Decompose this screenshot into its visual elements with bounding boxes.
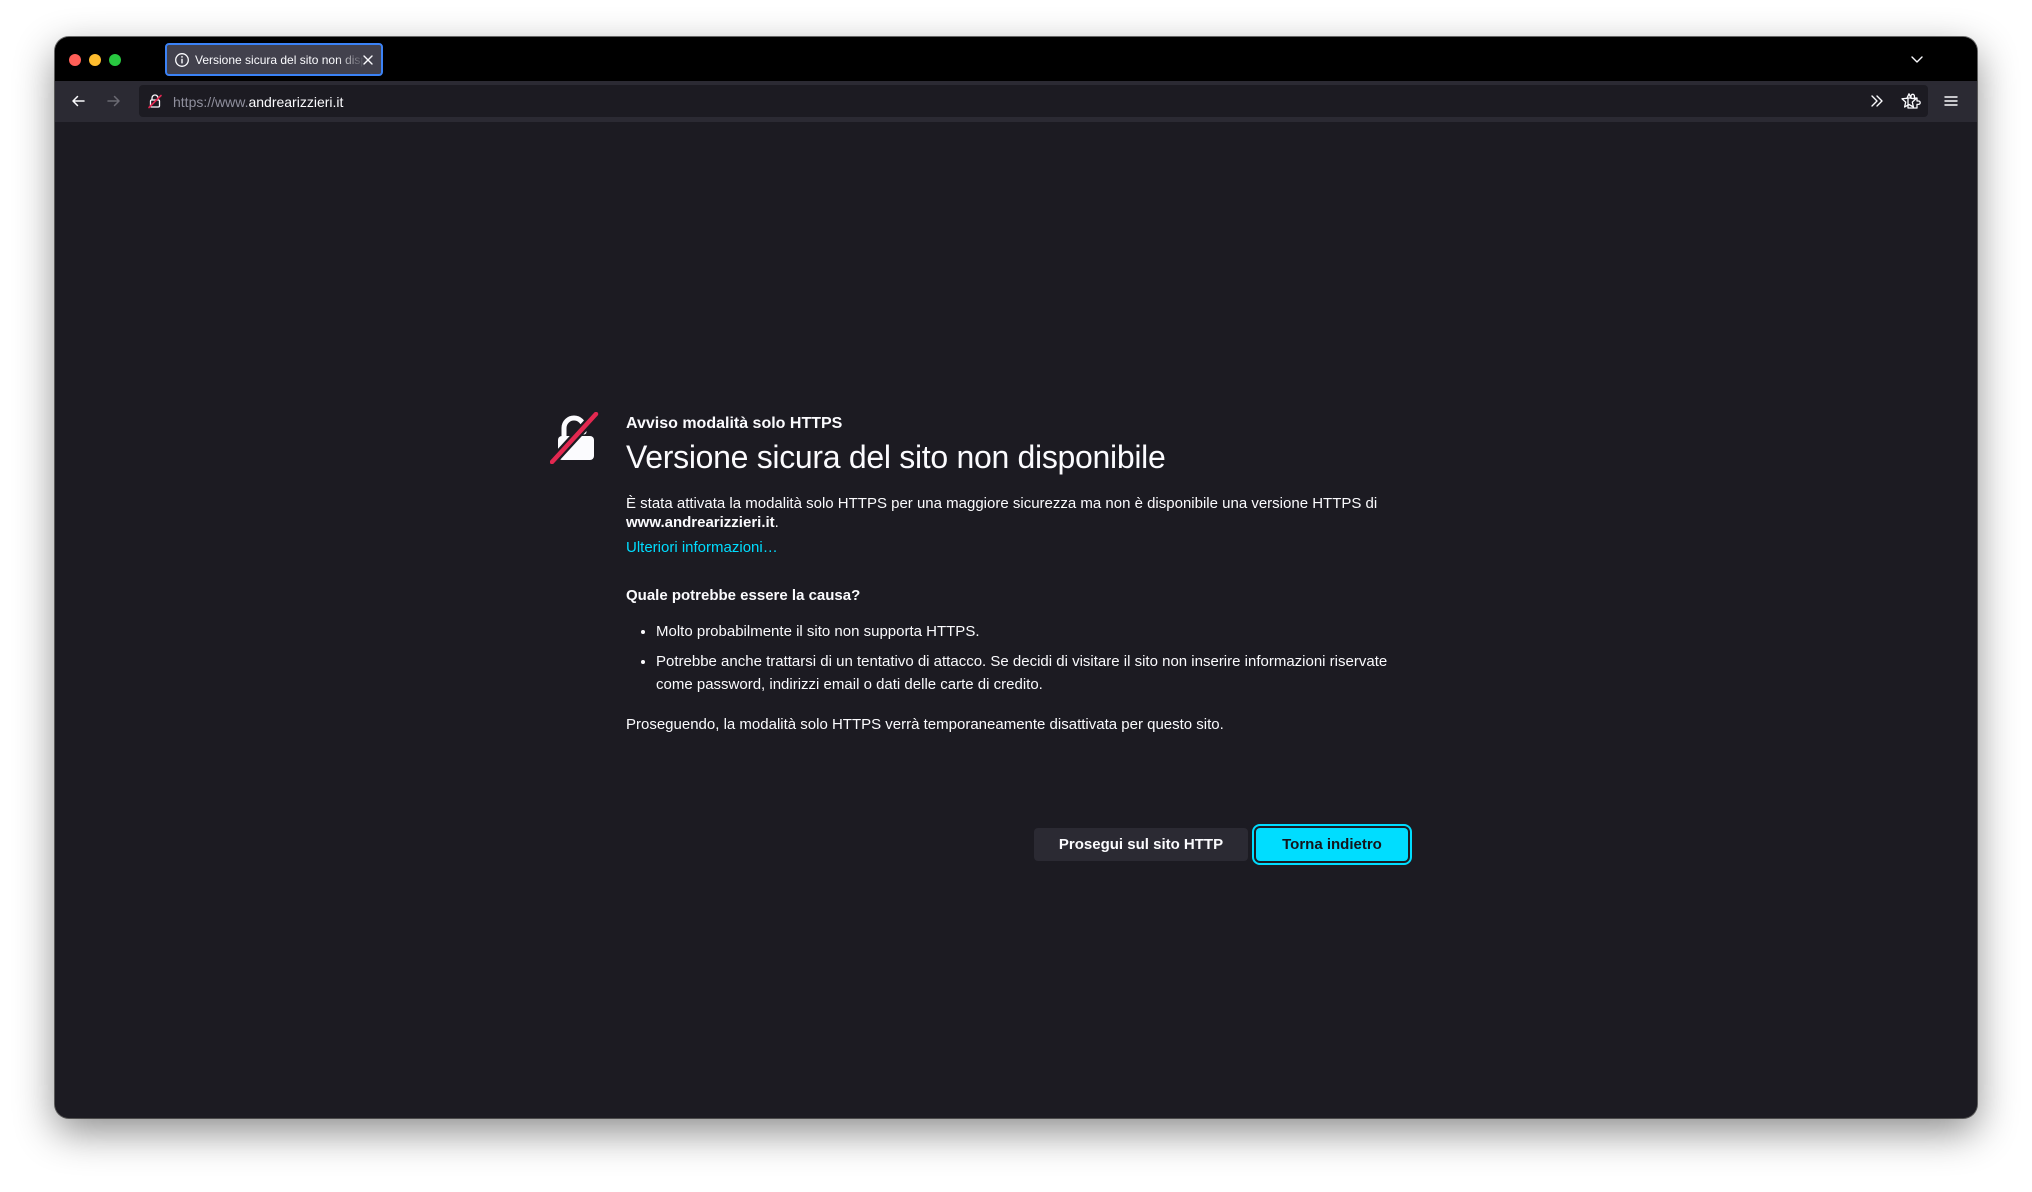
url-scheme: https://www. [173,94,249,110]
back-arrow-icon[interactable] [69,92,87,110]
chevron-double-right-icon[interactable] [1868,92,1886,110]
description-text: È stata attivata la modalità solo HTTPS … [626,495,1378,512]
error-subtitle: Avviso modalità solo HTTPS [626,415,843,432]
broken-lock-icon [550,412,601,464]
cause-heading: Quale potrebbe essere la causa? [626,587,861,604]
navigation-toolbar: https://www.andrearizzieri.it [55,81,1977,122]
list-item: Potrebbe anche trattarsi di un tentativo… [656,650,1416,696]
continue-http-button[interactable]: Prosegui sul sito HTTP [1034,828,1248,861]
close-icon[interactable] [362,54,374,66]
url-bar[interactable]: https://www.andrearizzieri.it [139,85,1928,117]
hamburger-menu-icon[interactable] [1942,92,1960,110]
zoom-window-button[interactable] [109,54,121,66]
page-content: Avviso modalità solo HTTPS Versione sicu… [55,122,1977,1118]
lock-broken-icon[interactable] [147,93,163,109]
info-icon [175,53,189,67]
close-window-button[interactable] [69,54,81,66]
browser-window: Versione sicura del sito non disponibile… [55,37,1977,1118]
minimize-window-button[interactable] [89,54,101,66]
tab-title: Versione sicura del sito non disponibile [195,53,365,67]
final-note: Proseguendo, la modalità solo HTTPS verr… [626,716,1224,733]
tab-bar: Versione sicura del sito non disponibile [55,37,1977,81]
button-row: Prosegui sul sito HTTP Torna indietro [1034,824,1414,865]
forward-arrow-icon[interactable] [105,92,123,110]
list-item: Molto probabilmente il sito non supporta… [656,620,1416,643]
description-suffix: . [774,514,779,531]
url-domain: andrearizzieri.it [248,94,344,110]
go-back-button[interactable]: Torna indietro [1252,824,1412,865]
learn-more-link[interactable]: Ulteriori informazioni… [626,538,778,557]
tab-active[interactable]: Versione sicura del sito non disponibile [165,43,383,76]
cause-list: Molto probabilmente il sito non supporta… [626,620,1416,696]
extensions-icon[interactable] [1905,92,1923,110]
chevron-down-icon[interactable] [1909,51,1925,67]
description-domain: www.andrearizzieri.it [626,514,775,531]
error-message: Avviso modalità solo HTTPS Versione sicu… [626,413,1416,734]
page-title: Versione sicura del sito non disponibile [626,439,1166,475]
url-text[interactable]: https://www.andrearizzieri.it [173,94,343,110]
error-description: È stata attivata la modalità solo HTTPS … [626,494,1416,532]
